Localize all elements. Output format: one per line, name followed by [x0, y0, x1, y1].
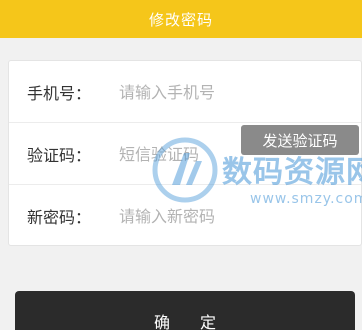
phone-input[interactable]: [119, 82, 249, 102]
confirm-button[interactable]: 确定: [15, 291, 355, 330]
new-password-input[interactable]: [119, 206, 319, 226]
password-label: 新密码：: [27, 208, 92, 227]
code-input[interactable]: [119, 144, 249, 164]
send-code-button[interactable]: 发送验证码: [241, 125, 359, 155]
phone-label: 手机号：: [27, 84, 92, 103]
phone-row: 手机号：: [9, 61, 361, 123]
header-bar: 修改密码: [0, 0, 362, 38]
page-title: 修改密码: [148, 10, 213, 29]
code-label: 验证码：: [27, 146, 92, 165]
password-form: 手机号： 验证码： 新密码： 发送验证码: [8, 60, 362, 246]
password-row: 新密码：: [9, 185, 361, 247]
